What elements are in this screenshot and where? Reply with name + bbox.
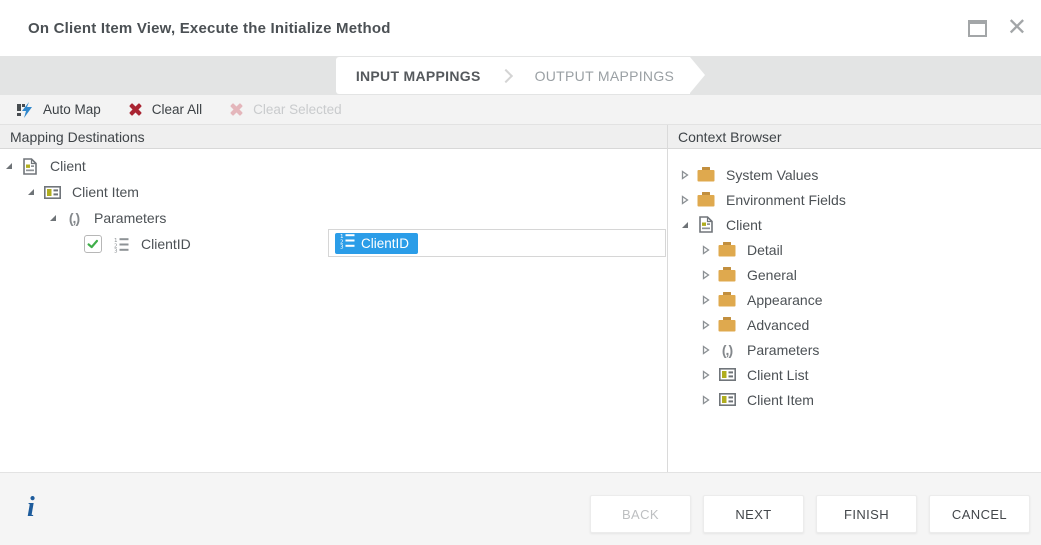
tree-item-label: Client [50, 158, 86, 174]
tree-item-label: Advanced [747, 317, 809, 333]
parameters-icon: (,) [717, 342, 737, 358]
briefcase-icon [696, 167, 716, 182]
tree-item-label: Client [726, 217, 762, 233]
tree-item-label: System Values [726, 167, 818, 183]
tree-item-label: General [747, 267, 797, 283]
briefcase-icon [717, 267, 737, 282]
tree-item-detail[interactable]: Detail [668, 237, 1041, 262]
toolbar-button-label: Clear Selected [253, 102, 342, 117]
expand-arrow[interactable] [701, 345, 711, 355]
chevron-right-icon [499, 68, 513, 82]
toolbar-button-label: Auto Map [43, 102, 101, 117]
expand-arrow[interactable] [701, 245, 711, 255]
tree-item-label: Client List [747, 367, 808, 383]
briefcase-icon [696, 192, 716, 207]
tab-strip: INPUT MAPPINGS OUTPUT MAPPINGS [0, 56, 1041, 95]
collapse-arrow[interactable] [4, 162, 14, 170]
item-view-icon [717, 393, 737, 406]
tree-item-system-values[interactable]: System Values [668, 162, 1041, 187]
cancel-button[interactable]: CANCEL [929, 495, 1030, 533]
toolbar-auto-map-button[interactable]: Auto Map [4, 95, 114, 124]
svg-text:3: 3 [114, 248, 118, 252]
back-button[interactable]: BACK [590, 495, 691, 533]
collapse-arrow[interactable] [48, 214, 58, 222]
view-icon [696, 216, 716, 233]
collapse-arrow[interactable] [26, 188, 36, 196]
parameters-icon: (,) [64, 210, 84, 226]
expand-arrow[interactable] [701, 320, 711, 330]
tab-input-mappings[interactable]: INPUT MAPPINGS [336, 57, 497, 94]
context-browser-tree: System Values Environment Fields Client [668, 149, 1041, 412]
item-view-icon [42, 186, 62, 199]
dialog-window: On Client Item View, Execute the Initial… [0, 0, 1041, 545]
tab-arrow-tail [690, 57, 705, 93]
maximize-icon[interactable] [968, 20, 987, 37]
tab-output-mappings-label: OUTPUT MAPPINGS [535, 68, 675, 84]
tree-item-label: Detail [747, 242, 783, 258]
expand-arrow[interactable] [701, 395, 711, 405]
expand-arrow[interactable] [701, 270, 711, 280]
mapping-destinations-header: Mapping Destinations [0, 125, 667, 149]
tree-item-label: Client Item [72, 184, 139, 200]
checkbox-checked[interactable] [84, 235, 102, 253]
tree-item-label: Parameters [94, 210, 166, 226]
numbered-list-white-icon: 1 2 3 [340, 232, 355, 254]
tab-group: INPUT MAPPINGS OUTPUT MAPPINGS [336, 57, 705, 94]
tree-item-label: ClientID [141, 236, 191, 252]
mapping-chip-label: ClientID [361, 236, 409, 251]
tree-item-label: Appearance [747, 292, 823, 308]
window-controls: ✕ [968, 0, 1027, 56]
svg-text:3: 3 [340, 245, 344, 249]
expand-arrow[interactable] [701, 295, 711, 305]
mapping-toolbar: Auto Map Clear All Clear Selected [0, 95, 1041, 125]
mapping-destinations-panel: Mapping Destinations Client Client Item [0, 125, 668, 472]
tree-item-label: Client Item [747, 392, 814, 408]
briefcase-icon [717, 317, 737, 332]
tab-output-mappings[interactable]: OUTPUT MAPPINGS [519, 57, 691, 94]
tree-item-parameters[interactable]: (,) Parameters [668, 337, 1041, 362]
tree-item-label: Parameters [747, 342, 819, 358]
dialog-title: On Client Item View, Execute the Initial… [0, 20, 391, 37]
briefcase-icon [717, 242, 737, 257]
toolbar-clear-selected-button[interactable]: Clear Selected [215, 95, 355, 124]
context-browser-panel: Context Browser System Values Environmen… [668, 125, 1041, 472]
clear-selected-icon [228, 101, 245, 118]
tree-item-parameters[interactable]: (,) Parameters [0, 205, 667, 231]
clear-all-icon [127, 101, 144, 118]
tab-input-mappings-label: INPUT MAPPINGS [356, 68, 481, 84]
tree-item-client[interactable]: Client [668, 212, 1041, 237]
view-icon [20, 158, 40, 175]
tab-separator [497, 57, 519, 94]
tree-item-client[interactable]: Client [0, 153, 667, 179]
close-icon[interactable]: ✕ [1007, 16, 1027, 40]
tree-item-environment-fields[interactable]: Environment Fields [668, 187, 1041, 212]
tree-item-appearance[interactable]: Appearance [668, 287, 1041, 312]
title-bar: On Client Item View, Execute the Initial… [0, 0, 1041, 57]
item-view-icon [717, 368, 737, 381]
next-button[interactable]: NEXT [703, 495, 804, 533]
tree-item-advanced[interactable]: Advanced [668, 312, 1041, 337]
footer-bar: i BACK NEXT FINISH CANCEL [0, 472, 1041, 545]
footer-buttons: BACK NEXT FINISH CANCEL [590, 495, 1030, 533]
mapping-field[interactable]: 1 2 3 ClientID [328, 229, 666, 257]
toolbar-clear-all-button[interactable]: Clear All [114, 95, 215, 124]
tree-item-client-list[interactable]: Client List [668, 362, 1041, 387]
tree-item-client-item[interactable]: Client Item [0, 179, 667, 205]
toolbar-button-label: Clear All [152, 102, 202, 117]
expand-arrow[interactable] [680, 195, 690, 205]
tree-item-general[interactable]: General [668, 262, 1041, 287]
expand-arrow[interactable] [701, 370, 711, 380]
main-area: Mapping Destinations Client Client Item [0, 125, 1041, 472]
info-icon[interactable]: i [27, 494, 35, 522]
tree-item-client-item[interactable]: Client Item [668, 387, 1041, 412]
finish-button[interactable]: FINISH [816, 495, 917, 533]
tree-item-label: Environment Fields [726, 192, 846, 208]
collapse-arrow[interactable] [680, 221, 690, 229]
briefcase-icon [717, 292, 737, 307]
mapping-chip[interactable]: 1 2 3 ClientID [335, 233, 418, 254]
context-browser-header: Context Browser [668, 125, 1041, 149]
expand-arrow[interactable] [680, 170, 690, 180]
numbered-list-icon: 1 2 3 [111, 236, 131, 253]
auto-map-icon [17, 102, 35, 118]
